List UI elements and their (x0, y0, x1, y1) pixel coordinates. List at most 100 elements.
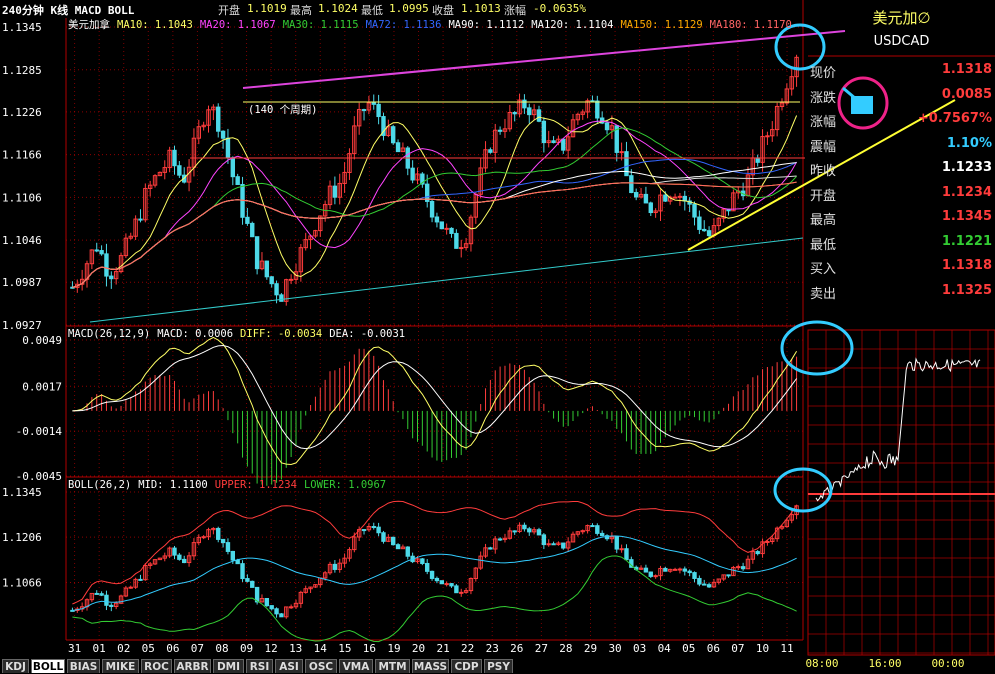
price-candle-body (497, 129, 503, 132)
change-label: 涨幅 (504, 4, 526, 17)
time-tick: 30 (608, 642, 621, 655)
boll-candle-body (702, 583, 707, 586)
price-tick: 1.0927 (2, 319, 42, 332)
boll-candle-body (706, 584, 712, 588)
price-candle-body (561, 138, 566, 151)
boll-candle-body (269, 605, 274, 610)
boll-tick: 1.1066 (2, 576, 42, 589)
tab-mike[interactable]: MIKE (102, 659, 139, 673)
quote-row: 涨幅 +0.7567% (808, 107, 995, 131)
price-candle-body (230, 157, 236, 178)
boll-candle-body (128, 586, 133, 589)
boll-candle-body (439, 580, 444, 585)
price-candle-body (240, 183, 245, 218)
price-candle-body (449, 227, 454, 234)
price-tick: 1.0987 (2, 276, 42, 289)
tab-osc[interactable]: OSC (305, 659, 337, 673)
time-tick: 09 (240, 642, 253, 655)
tab-bias[interactable]: BIAS (67, 659, 100, 673)
quote-row: 开盘 1.1234 (808, 181, 995, 205)
price-candle-body (172, 149, 177, 167)
price-tick: 1.1285 (2, 64, 42, 77)
high-label: 最高 (290, 4, 312, 17)
tab-asi[interactable]: ASI (275, 659, 303, 673)
price-candle-body (459, 247, 464, 250)
price-candle-body (682, 195, 687, 202)
tab-cdp[interactable]: CDP (451, 659, 482, 673)
price-candle-body (279, 294, 284, 302)
ma_legend-item: MA72: 1.1136 (365, 19, 442, 31)
boll-candle-body (390, 536, 396, 546)
time-tick: 27 (535, 642, 548, 655)
high-value: 1.1024 (318, 2, 358, 15)
price-candle-body (288, 278, 294, 281)
close-label: 收盘 (432, 4, 454, 17)
boll-candle-body (172, 547, 177, 556)
low-label: 最低 (361, 4, 383, 17)
price-candle-body (332, 185, 338, 198)
time-tick: 20 (412, 642, 425, 655)
price-candle-body (633, 192, 639, 198)
boll-candle-body (240, 563, 245, 580)
ma30-line (72, 127, 797, 288)
quote-label: 卖出 (810, 286, 837, 302)
boll-lower-line (72, 555, 797, 643)
boll-candle-body (235, 559, 240, 565)
boll-candle-body (405, 546, 410, 557)
boll-candle-body (653, 575, 658, 578)
boll-candle-body (672, 568, 678, 571)
quote-value: 1.1345 (941, 209, 992, 224)
quote-row: 现价 1.1318 (808, 58, 995, 82)
ma10-line (72, 115, 798, 288)
price-tick: 1.1166 (2, 149, 42, 162)
boll-candle-body (288, 606, 294, 609)
boll-upper-line (72, 500, 798, 605)
price-candle-body (512, 111, 517, 115)
price-candle-body (264, 260, 270, 278)
boll-candle-body (434, 577, 440, 582)
time-tick: 12 (265, 642, 278, 655)
boll-candle-body (648, 571, 653, 577)
quote-label: 最高 (810, 213, 837, 228)
boll-candle-body (551, 543, 556, 546)
price-candle-body (429, 200, 435, 218)
quote-label: 涨跌 (810, 90, 837, 106)
time-tick: 06 (707, 642, 720, 655)
boll-candle-body (361, 529, 367, 532)
tab-rsi[interactable]: RSI (246, 659, 273, 673)
period-annotation: (140 个周期) (248, 104, 318, 116)
ma_legend-item: MA20: 1.1067 (199, 19, 276, 31)
ma_legend-item: 美元加拿 (68, 19, 110, 31)
quote-label: 开盘 (810, 188, 837, 204)
boll-candle-body (395, 544, 401, 550)
quote-value: 1.1318 (941, 258, 992, 273)
price-candle-body (541, 120, 547, 144)
open-label: 开盘 (218, 4, 240, 17)
boll-candle-body (220, 538, 226, 544)
time-tick: 04 (658, 642, 672, 655)
tab-roc[interactable]: ROC (141, 659, 172, 673)
tab-arbr[interactable]: ARBR (174, 659, 211, 673)
price-tick: 1.1226 (2, 106, 42, 119)
price-candle-body (454, 232, 459, 249)
time-tick: 08 (215, 642, 228, 655)
tab-mtm[interactable]: MTM (375, 659, 410, 673)
quote-row: 昨收 1.1233 (808, 156, 995, 180)
quote-label: 最低 (810, 237, 837, 253)
tab-psy[interactable]: PSY (484, 659, 513, 673)
boll-candle-body (459, 591, 464, 594)
time-tick: 14 (314, 642, 328, 655)
tab-boll[interactable]: BOLL (31, 659, 65, 673)
tab-vma[interactable]: VMA (339, 659, 373, 673)
quote-value: 1.1233 (941, 160, 992, 175)
tab-mass[interactable]: MASS (412, 659, 449, 673)
quote-label: 买入 (810, 262, 837, 277)
tab-kdj[interactable]: KDJ (2, 659, 29, 673)
macd-tick: 0.0049 (22, 334, 62, 347)
time-tick: 02 (117, 642, 130, 655)
price-candle-body (672, 196, 678, 199)
macd_legend-item: DEA: -0.0031 (329, 328, 406, 340)
quote-label: 震幅 (810, 139, 837, 155)
tab-dmi[interactable]: DMI (213, 659, 244, 673)
boll-candle-body (536, 529, 542, 536)
